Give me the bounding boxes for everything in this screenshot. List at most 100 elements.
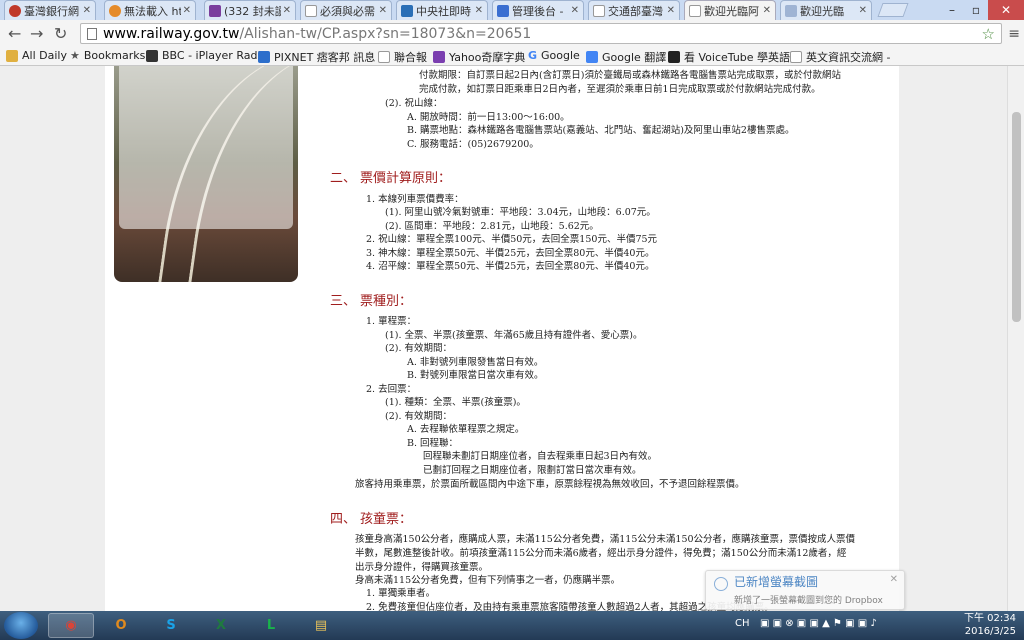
tab-1[interactable]: 無法載入 htt ✕ — [104, 0, 196, 20]
tab-6[interactable]: 交通部臺灣 ✕ — [588, 0, 680, 20]
close-icon[interactable]: ✕ — [859, 5, 867, 16]
text-line: 出示身分證件，得購買孩童票。 — [355, 562, 489, 573]
address-bar[interactable]: www.railway.gov.tw/Alishan-tw/CP.aspx?sn… — [80, 23, 1002, 44]
system-clock[interactable]: 下午 02:34 2016/3/25 — [964, 612, 1016, 638]
close-icon[interactable]: ✕ — [379, 5, 387, 16]
bookmark-label: 看 VoiceTube 學英語 — [684, 51, 791, 64]
tab-title: 歡迎光臨阿 — [704, 4, 759, 18]
folder-icon — [6, 49, 18, 62]
text-line: 4. 沼平線：單程全票50元、半價25元，去回全票80元、半價40元。 — [366, 261, 655, 272]
text-line: A. 去程聯依單程票之規定。 — [407, 424, 525, 435]
tab-2[interactable]: (332 封未讀 ✕ — [204, 0, 296, 20]
tab-4[interactable]: 中央社即時 ✕ — [396, 0, 488, 20]
close-icon[interactable]: ✕ — [667, 5, 675, 16]
forward-arrow-icon[interactable]: → — [30, 24, 43, 43]
vertical-scrollbar[interactable] — [1007, 66, 1024, 611]
chrome-taskbar-button[interactable]: ◉ — [48, 613, 94, 638]
bookmark-bbc[interactable]: BBC - iPlayer Radio — [146, 49, 267, 62]
menu-icon[interactable]: ≡ — [1008, 26, 1020, 42]
skype-icon: S — [166, 618, 176, 633]
tab-0[interactable]: 臺灣銀行網 ✕ — [4, 0, 96, 20]
text-line: 旅客持用乘車票，於票面所載區間內中途下車，原票餘程視為無效收回，不予退回餘程票價… — [355, 479, 745, 490]
close-icon[interactable]: ✕ — [183, 5, 191, 16]
section-title: 票價計算原則： — [360, 171, 452, 186]
text-line: 1. 單獨乘車者。 — [366, 588, 436, 599]
reload-icon[interactable]: ↻ — [54, 24, 67, 43]
page-icon — [378, 51, 390, 63]
bookmark-english-info[interactable]: 英文資訊交流網 - — [790, 49, 890, 65]
close-icon[interactable]: ✕ — [571, 5, 579, 16]
tab-title: 交通部臺灣 — [608, 4, 663, 18]
url-path: /Alishan-tw/CP.aspx?sn=18073&n=20651 — [239, 25, 532, 42]
bookmark-label: PIXNET 痞客邦 訊息 — [274, 51, 376, 64]
text-line: 孩童身高滿150公分者，應購成人票，未滿115公分者免費，滿115公分未滿150… — [355, 534, 856, 545]
close-icon[interactable]: ✕ — [763, 5, 771, 16]
bbc-icon — [146, 49, 158, 62]
tab-7-active[interactable]: 歡迎光臨阿 ✕ — [684, 0, 776, 20]
chrome-icon: ◉ — [65, 618, 77, 633]
ime-indicator[interactable]: CH — [735, 618, 750, 629]
bookmark-pixnet[interactable]: PIXNET 痞客邦 訊息 — [258, 49, 375, 65]
start-button[interactable] — [4, 612, 38, 639]
text-line: (2). 祝山線： — [385, 98, 443, 109]
minimize-button[interactable]: – — [940, 0, 964, 20]
bookmark-star-icon[interactable]: ☆ — [982, 25, 995, 43]
dropbox-notification[interactable]: 已新增螢幕截圖 新增了一張螢幕截圖到您的 Dropbox ✕ — [705, 570, 905, 610]
text-line: B. 購票地點：森林鐵路各電腦售票站(嘉義站、北門站、奮起湖站)及阿里山車站2樓… — [407, 125, 795, 136]
text-line: (2). 區間車：平地段：2.81元，山地段：5.62元。 — [385, 221, 599, 232]
page-icon — [790, 51, 802, 63]
star-icon: ★ — [70, 49, 80, 62]
google-icon: G — [528, 49, 538, 62]
section-number: 三、 — [330, 294, 357, 309]
text-line: 完成付款，如訂票日距乘車日2日內者，至遲須於乘車日前1日完成取票或於付款網站完成… — [419, 84, 821, 95]
tab-title: 無法載入 htt — [124, 4, 181, 18]
line-taskbar-button[interactable]: L — [248, 613, 294, 638]
page-favicon-icon — [305, 4, 317, 17]
close-icon[interactable]: ✕ — [83, 5, 91, 16]
section-title: 孩童票： — [360, 512, 413, 527]
bookmark-label: 聯合報 — [394, 51, 427, 64]
tray-icons[interactable]: ▣ ▣ ⊗ ▣ ▣ ▲ ⚑ ▣ ▣ ♪ — [760, 618, 877, 629]
bookmark-google-translate[interactable]: Google 翻譯 — [586, 49, 666, 65]
tab-5[interactable]: 管理後台 - ✕ — [492, 0, 584, 20]
bookmark-label: BBC - iPlayer Radio — [162, 49, 268, 62]
scrollbar-thumb[interactable] — [1012, 112, 1021, 322]
skype-taskbar-button[interactable]: S — [148, 613, 194, 638]
page-favicon-icon — [689, 4, 701, 17]
tab-8[interactable]: 歡迎光臨 ✕ — [780, 0, 872, 20]
section-number: 四、 — [330, 512, 357, 527]
bookmark-yahoo-dict[interactable]: Yahoo奇摩字典 — [433, 49, 525, 65]
bookmark-label: All Daily — [22, 49, 67, 62]
close-icon[interactable]: ✕ — [283, 5, 291, 16]
text-line: B. 回程聯： — [407, 438, 459, 449]
close-icon[interactable]: ✕ — [475, 5, 483, 16]
tab-3[interactable]: 必須與必需 ✕ — [300, 0, 392, 20]
browser-toolbar: ← → ↻ www.railway.gov.tw/Alishan-tw/CP.a… — [0, 20, 1024, 47]
bookmark-google[interactable]: G Google — [528, 49, 580, 62]
bookmark-voicetube[interactable]: 看 VoiceTube 學英語 — [668, 49, 790, 65]
page-body: 付款期限：自訂票日起2日內(含訂票日)須於臺鐵局或森林鐵路各電腦售票站完成取票，… — [105, 66, 899, 611]
text-line: 1. 單程票： — [366, 316, 417, 327]
explorer-taskbar-button[interactable]: ▤ — [298, 613, 344, 638]
text-line: 付款期限：自訂票日起2日內(含訂票日)須於臺鐵局或森林鐵路各電腦售票站完成取票，… — [419, 70, 841, 81]
maximize-button[interactable]: ▫ — [964, 0, 988, 20]
bookmark-all-daily[interactable]: All Daily — [6, 49, 67, 62]
text-line: (2). 有效期間： — [385, 343, 452, 354]
text-line: A. 開放時間：前一日13:00～16:00。 — [407, 112, 570, 123]
clock-time: 下午 02:34 — [964, 613, 1016, 624]
page-info-icon[interactable] — [87, 27, 97, 40]
text-line: C. 服務電話：(05)2679200。 — [407, 139, 539, 150]
excel-icon: X — [215, 618, 227, 633]
bookmark-udn[interactable]: 聯合報 — [378, 49, 427, 65]
new-tab-button[interactable] — [877, 3, 909, 17]
outlook-taskbar-button[interactable]: O — [98, 613, 144, 638]
text-line: 回程聯未劃訂日期座位者，自去程乘車日起3日內有效。 — [423, 451, 658, 462]
back-arrow-icon[interactable]: ← — [8, 24, 21, 43]
close-window-button[interactable]: ✕ — [988, 0, 1024, 20]
excel-taskbar-button[interactable]: X — [198, 613, 244, 638]
bookmark-bookmarks[interactable]: ★ Bookmarks — [70, 49, 145, 62]
translate-icon — [586, 51, 598, 63]
tab-strip: 臺灣銀行網 ✕ 無法載入 htt ✕ (332 封未讀 ✕ 必須與必需 ✕ 中央… — [0, 0, 1024, 20]
close-icon[interactable]: ✕ — [890, 574, 898, 585]
text-line: 2. 祝山線：單程全票100元、半價50元，去回全票150元、半價75元 — [366, 234, 658, 245]
